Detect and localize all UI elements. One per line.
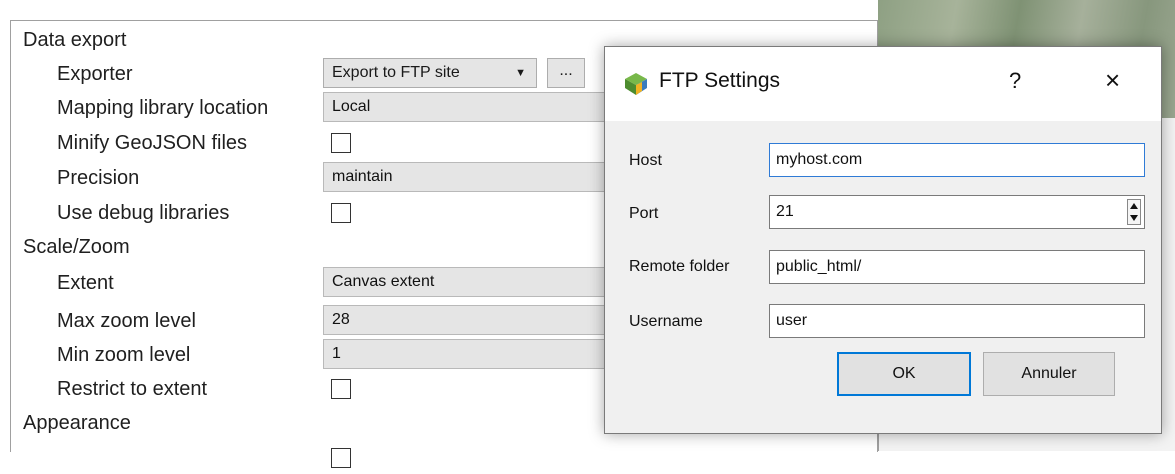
ftp-settings-dialog: FTP Settings ? × Host myhost.com Port 21… <box>604 46 1162 434</box>
remote-folder-label: Remote folder <box>629 258 730 275</box>
min-zoom-label: Min zoom level <box>57 344 191 366</box>
section-scale-zoom: Scale/Zoom <box>23 236 130 258</box>
chevron-down-icon: ▼ <box>515 67 526 79</box>
qgis-logo-icon <box>625 73 647 95</box>
debug-checkbox[interactable] <box>331 203 351 223</box>
minify-label: Minify GeoJSON files <box>57 132 248 154</box>
exporter-value: Export to FTP site <box>332 64 460 81</box>
precision-field[interactable]: maintain <box>323 162 615 192</box>
cut-off-checkbox[interactable] <box>331 448 351 468</box>
debug-label: Use debug libraries <box>57 202 230 224</box>
close-button[interactable]: × <box>1105 65 1120 96</box>
restrict-checkbox[interactable] <box>331 379 351 399</box>
port-value: 21 <box>776 203 794 220</box>
min-zoom-field[interactable]: 1 <box>323 339 615 369</box>
host-input[interactable]: myhost.com <box>769 143 1145 177</box>
precision-label: Precision <box>57 167 140 189</box>
port-spinbox[interactable]: 21 <box>769 195 1145 229</box>
exporter-combo[interactable]: Export to FTP site ▼ <box>323 58 537 88</box>
help-button[interactable]: ? <box>1009 68 1021 94</box>
max-zoom-field[interactable]: 28 <box>323 305 615 335</box>
spin-arrows-icon[interactable] <box>1127 199 1141 225</box>
mapping-library-label: Mapping library location <box>57 97 269 119</box>
exporter-label: Exporter <box>57 63 133 85</box>
max-zoom-label: Max zoom level <box>57 310 196 332</box>
dialog-title: FTP Settings <box>659 69 780 92</box>
port-label: Port <box>629 205 659 222</box>
exporter-options-button[interactable]: ... <box>547 58 585 88</box>
remote-folder-input[interactable]: public_html/ <box>769 250 1145 284</box>
section-appearance: Appearance <box>23 412 131 434</box>
dialog-titlebar: FTP Settings ? × <box>605 47 1161 121</box>
username-input[interactable]: user <box>769 304 1145 338</box>
cancel-button[interactable]: Annuler <box>983 352 1115 396</box>
extent-field[interactable]: Canvas extent <box>323 267 615 297</box>
extent-label: Extent <box>57 272 114 294</box>
minify-checkbox[interactable] <box>331 133 351 153</box>
mapping-library-field[interactable]: Local <box>323 92 615 122</box>
section-data-export: Data export <box>23 29 127 51</box>
ok-button[interactable]: OK <box>837 352 971 396</box>
restrict-label: Restrict to extent <box>57 378 208 400</box>
username-label: Username <box>629 313 703 330</box>
host-label: Host <box>629 152 662 169</box>
